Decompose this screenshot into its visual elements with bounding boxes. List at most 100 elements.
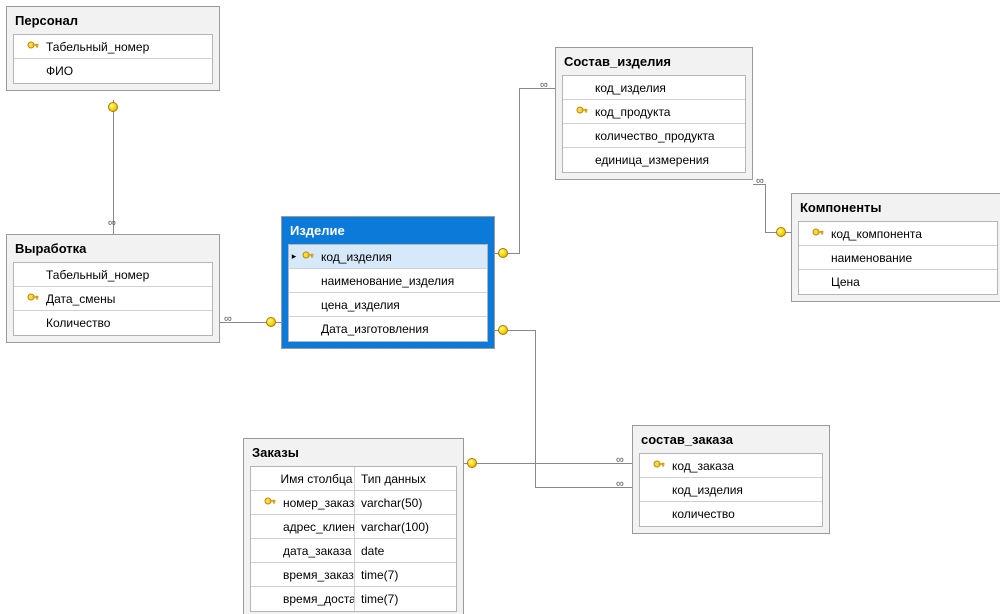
table-header: Заказы <box>244 439 463 466</box>
table-row[interactable]: Дата_смены <box>14 287 212 311</box>
field-type: varchar(50) <box>354 491 456 514</box>
field-name: код_заказа <box>668 459 822 473</box>
table-header: Компоненты <box>792 194 1000 221</box>
table-body: код_компонента наименование Цена <box>798 221 998 295</box>
table-zakazy[interactable]: Заказы Имя столбца Тип данных номер_зака… <box>243 438 464 614</box>
field-name: код_изделия <box>591 81 745 95</box>
field-name: ФИО <box>42 64 212 78</box>
table-row[interactable]: цена_изделия <box>289 293 487 317</box>
table-header: Выработка <box>7 235 219 262</box>
field-name: код_компонента <box>827 227 997 241</box>
col-header-2: Тип данных <box>354 467 456 490</box>
table-row[interactable]: наименование <box>799 246 997 270</box>
key-icon <box>261 497 279 509</box>
table-header: Состав_изделия <box>556 48 752 75</box>
table-body: Имя столбца Тип данных номер_заказа varc… <box>250 466 457 612</box>
table-row[interactable]: код_продукта <box>563 100 745 124</box>
table-row[interactable]: код_компонента <box>799 222 997 246</box>
table-row[interactable]: код_изделия <box>640 478 822 502</box>
table-vyrabotka[interactable]: Выработка Табельный_номер Дата_смены Кол… <box>6 234 220 343</box>
table-body: Табельный_номер ФИО <box>13 34 213 84</box>
field-name: адрес_клиента <box>279 520 354 534</box>
table-body: код_изделия код_продукта количество_прод… <box>562 75 746 173</box>
field-type: time(7) <box>354 587 456 611</box>
key-icon <box>24 41 42 53</box>
endpoint-infinity-icon: ∞ <box>616 455 624 465</box>
connector <box>464 463 632 464</box>
table-personal[interactable]: Персонал Табельный_номер ФИО <box>6 6 220 91</box>
table-row[interactable]: ▸ код_изделия <box>289 245 487 269</box>
table-row[interactable]: код_изделия <box>563 76 745 100</box>
connector <box>519 88 520 254</box>
table-header: Изделие <box>282 217 494 244</box>
table-row[interactable]: время_доставки time(7) <box>251 587 456 611</box>
field-type: varchar(100) <box>354 515 456 538</box>
field-name: количество_продукта <box>591 129 745 143</box>
table-row[interactable]: номер_заказа varchar(50) <box>251 491 456 515</box>
connector <box>519 88 555 89</box>
table-row[interactable]: дата_заказа date <box>251 539 456 563</box>
selection-marker-icon: ▸ <box>289 251 299 262</box>
field-name: время_доставки <box>279 592 354 606</box>
table-row[interactable]: Цена <box>799 270 997 294</box>
field-name: Табельный_номер <box>42 268 212 282</box>
field-name: дата_заказа <box>279 544 354 558</box>
field-name: Дата_изготовления <box>317 322 487 336</box>
table-sostav-zakaza[interactable]: состав_заказа код_заказа код_изделия кол… <box>632 425 830 534</box>
endpoint-infinity-icon: ∞ <box>108 218 116 228</box>
endpoint-key-icon <box>266 317 276 327</box>
field-name: код_изделия <box>317 250 487 264</box>
endpoint-infinity-icon: ∞ <box>540 80 548 90</box>
field-name: код_продукта <box>591 105 745 119</box>
endpoint-infinity-icon: ∞ <box>616 479 624 489</box>
endpoint-key-icon <box>776 227 786 237</box>
field-name: наименование_изделия <box>317 274 487 288</box>
table-row[interactable]: Количество <box>14 311 212 335</box>
field-name: Табельный_номер <box>42 40 212 54</box>
table-body: Табельный_номер Дата_смены Количество <box>13 262 213 336</box>
table-komponenty[interactable]: Компоненты код_компонента наименование Ц… <box>791 193 1000 302</box>
endpoint-infinity-icon: ∞ <box>756 176 764 186</box>
table-row[interactable]: время_заказа time(7) <box>251 563 456 587</box>
key-icon <box>299 251 317 263</box>
table-body: код_заказа код_изделия количество <box>639 453 823 527</box>
table-izdelie[interactable]: Изделие ▸ код_изделия наименование_издел… <box>281 216 495 349</box>
table-row[interactable]: ФИО <box>14 59 212 83</box>
table-row[interactable]: код_заказа <box>640 454 822 478</box>
col-header-1: Имя столбца <box>279 472 354 486</box>
endpoint-key-icon <box>467 458 477 468</box>
field-type: time(7) <box>354 563 456 586</box>
table-sostav-izdeliya[interactable]: Состав_изделия код_изделия код_продукта … <box>555 47 753 180</box>
table-row[interactable]: адрес_клиента varchar(100) <box>251 515 456 539</box>
table-row[interactable]: наименование_изделия <box>289 269 487 293</box>
table-header: состав_заказа <box>633 426 829 453</box>
endpoint-key-icon <box>498 248 508 258</box>
endpoint-key-icon <box>498 325 508 335</box>
field-name: время_заказа <box>279 568 354 582</box>
table-row[interactable]: количество_продукта <box>563 124 745 148</box>
table-header: Персонал <box>7 7 219 34</box>
field-name: Цена <box>827 275 997 289</box>
endpoint-key-icon <box>108 102 118 112</box>
field-name: наименование <box>827 251 997 265</box>
field-type: date <box>354 539 456 562</box>
field-name: Количество <box>42 316 212 330</box>
field-name: цена_изделия <box>317 298 487 312</box>
table-row[interactable]: Табельный_номер <box>14 263 212 287</box>
key-icon <box>573 106 591 118</box>
key-icon <box>650 460 668 472</box>
field-name: номер_заказа <box>279 496 354 510</box>
field-name: Дата_смены <box>42 292 212 306</box>
field-name: количество <box>668 507 822 521</box>
table-column-header: Имя столбца Тип данных <box>251 467 456 491</box>
field-name: единица_измерения <box>591 153 745 167</box>
connector <box>535 330 536 487</box>
connector <box>765 184 766 232</box>
table-row[interactable]: количество <box>640 502 822 526</box>
table-row[interactable]: единица_измерения <box>563 148 745 172</box>
table-row[interactable]: Табельный_номер <box>14 35 212 59</box>
connector <box>113 100 114 234</box>
table-row[interactable]: Дата_изготовления <box>289 317 487 341</box>
key-icon <box>24 293 42 305</box>
endpoint-infinity-icon: ∞ <box>224 314 232 324</box>
